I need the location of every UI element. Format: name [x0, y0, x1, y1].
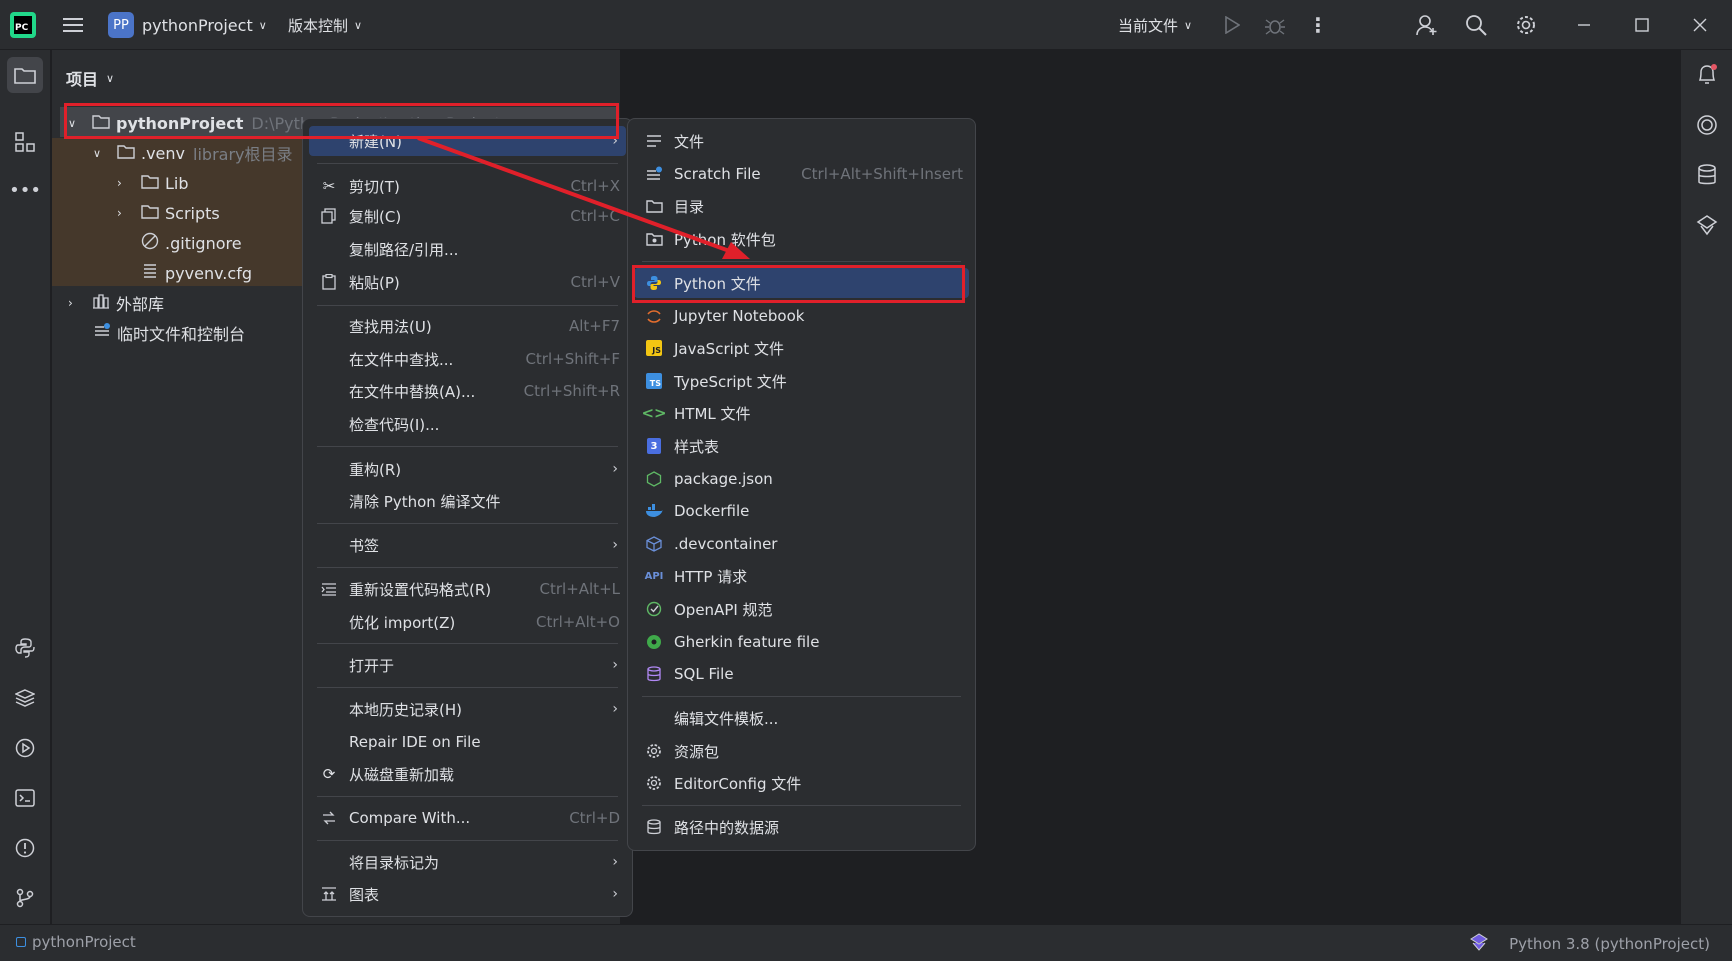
annotation-arrow: [417, 136, 750, 259]
status-project[interactable]: pythonProject: [16, 933, 136, 951]
status-interpreter-label: Python 3.8 (pythonProject): [1509, 935, 1710, 953]
status-bar: pythonProject Python 3.8 (pythonProject): [0, 924, 1732, 961]
status-project-label: pythonProject: [32, 933, 136, 951]
python-interpreter-icon: [1469, 933, 1489, 955]
status-interpreter[interactable]: Python 3.8 (pythonProject): [1469, 933, 1710, 955]
project-square-icon: [16, 937, 26, 947]
